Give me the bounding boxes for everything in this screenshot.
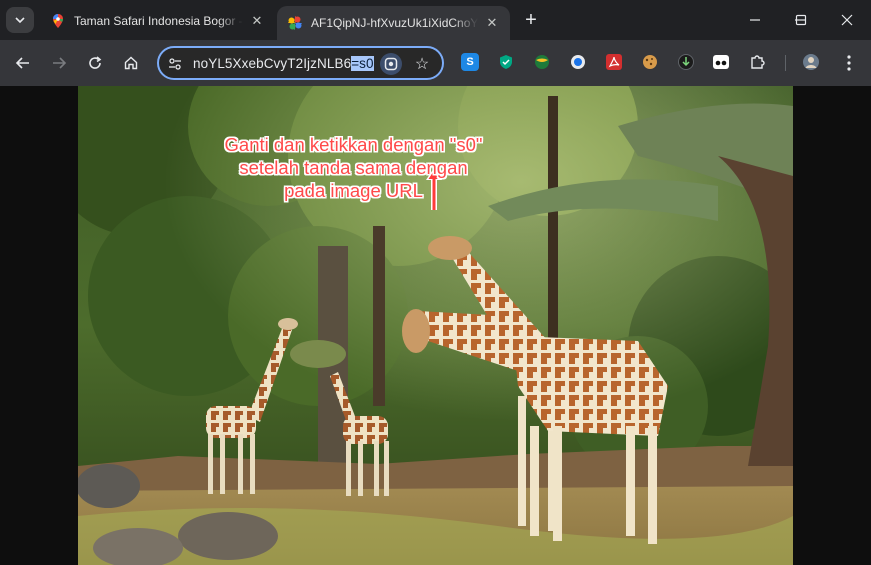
url-text[interactable]: noYL5XxebCvyT2IjzNLB6=s0 xyxy=(193,56,374,71)
site-info-icon[interactable] xyxy=(167,56,183,72)
toolbar-divider xyxy=(785,55,786,71)
close-icon[interactable]: ✕ xyxy=(484,15,500,31)
google-maps-icon xyxy=(53,14,63,28)
forward-button[interactable] xyxy=(45,49,73,77)
google-lens-button[interactable] xyxy=(380,53,402,75)
eye-extension-icon[interactable] xyxy=(712,53,730,71)
download-extension-icon[interactable] xyxy=(677,53,695,71)
home-icon xyxy=(124,56,138,70)
annotation-line: Ganti dan ketikkan dengan "s0" xyxy=(224,134,483,155)
tab-title: Taman Safari Indonesia Bogor - xyxy=(74,14,243,28)
cookie-extension-icon[interactable] xyxy=(641,53,659,71)
tab-search-button[interactable] xyxy=(6,7,34,33)
tab-photo[interactable]: AF1QipNJ-hfXvuzUk1iXidCnoYL ✕ xyxy=(277,6,510,40)
menu-button[interactable] xyxy=(835,49,863,77)
maximize-icon xyxy=(795,14,807,26)
url-prefix: noYL5XxebCvyT2IjzNLB6 xyxy=(193,56,352,71)
close-icon[interactable]: ✕ xyxy=(249,13,265,29)
tab-maps[interactable]: Taman Safari Indonesia Bogor - ✕ xyxy=(40,6,275,36)
puzzle-extension-icon[interactable] xyxy=(749,53,767,71)
back-button[interactable] xyxy=(9,49,37,77)
more-vert-icon xyxy=(847,55,851,71)
circle-extension-icon[interactable] xyxy=(569,53,587,71)
minimize-icon xyxy=(750,19,760,21)
google-photos-icon xyxy=(288,16,302,30)
forward-arrow-icon xyxy=(53,57,67,69)
annotation-text: Ganti dan ketikkan dengan "s0" setelah t… xyxy=(186,133,521,202)
s-extension-icon[interactable]: S xyxy=(461,53,479,71)
profile-avatar-icon[interactable] xyxy=(802,53,820,71)
close-window-button[interactable] xyxy=(824,0,870,40)
lens-icon xyxy=(384,57,398,71)
browser-window: Taman Safari Indonesia Bogor - ✕ AF1QipN… xyxy=(0,0,871,565)
home-button[interactable] xyxy=(117,49,145,77)
globe-extension-icon[interactable] xyxy=(533,53,551,71)
tab-title: AF1QipNJ-hfXvuzUk1iXidCnoYL xyxy=(311,16,478,30)
pdf-extension-icon[interactable] xyxy=(605,53,623,71)
address-bar[interactable]: noYL5XxebCvyT2IjzNLB6=s0 ☆ xyxy=(157,46,444,80)
reload-icon xyxy=(89,56,102,69)
page-content: Ganti dan ketikkan dengan "s0" setelah t… xyxy=(0,86,871,565)
bookmark-star-icon[interactable]: ☆ xyxy=(411,53,433,75)
back-arrow-icon xyxy=(15,57,29,69)
minimize-button-2[interactable] xyxy=(732,0,778,40)
chevron-down-icon xyxy=(15,17,25,24)
annotation-line: pada image URL xyxy=(284,180,423,201)
reload-button[interactable] xyxy=(81,49,109,77)
annotation-line: setelah tanda sama dengan xyxy=(239,157,468,178)
shield-extension-icon[interactable] xyxy=(497,53,515,71)
close-icon xyxy=(841,14,853,26)
url-selection: =s0 xyxy=(351,56,374,71)
new-tab-button[interactable]: + xyxy=(520,9,542,31)
maximize-button[interactable] xyxy=(778,0,824,40)
toolbar: noYL5XxebCvyT2IjzNLB6=s0 ☆ S xyxy=(0,40,871,86)
